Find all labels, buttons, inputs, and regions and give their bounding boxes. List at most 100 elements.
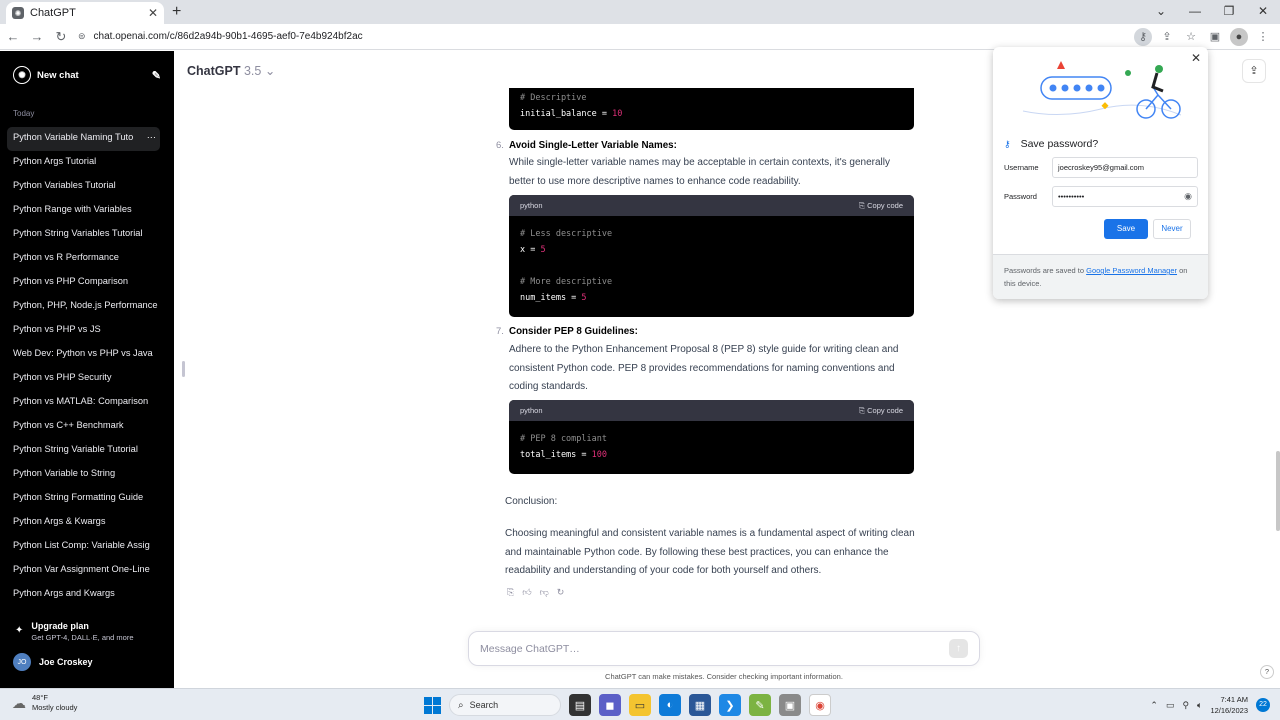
- scrollbar[interactable]: [1276, 451, 1280, 531]
- chat-item[interactable]: Python vs MATLAB: Comparison: [7, 391, 160, 415]
- notification-badge[interactable]: 22: [1256, 698, 1270, 712]
- back-button[interactable]: ←: [2, 29, 24, 44]
- regenerate-icon[interactable]: ↻: [557, 587, 565, 598]
- password-manager-link[interactable]: Google Password Manager: [1086, 266, 1177, 275]
- volume-icon[interactable]: 🔈︎: [1197, 700, 1202, 711]
- chatgpt-favicon-icon: ✺: [12, 7, 24, 19]
- chat-item-active[interactable]: Python Variable Naming Tuto ···: [7, 127, 160, 151]
- code-variable: num_items: [520, 293, 567, 303]
- browser-menu-icon[interactable]: ⋮: [1254, 28, 1272, 46]
- weather-widget[interactable]: ☁ 48°F Mostly cloudy: [12, 693, 77, 713]
- chat-item-label: Python, PHP, Node.js Performance: [13, 300, 158, 310]
- new-tab-button[interactable]: +: [172, 3, 181, 21]
- chat-item[interactable]: Python vs C++ Benchmark: [7, 415, 160, 439]
- browser-tab[interactable]: ✺ ChatGPT ✕: [6, 2, 164, 24]
- share-chat-button[interactable]: ⇪: [1242, 59, 1266, 83]
- close-icon[interactable]: ✕: [1191, 51, 1201, 65]
- task-view-icon[interactable]: ▤: [569, 694, 591, 716]
- openai-logo-icon: ✺: [13, 66, 31, 84]
- search-icon: ⌕: [458, 699, 464, 711]
- tab-search-icon[interactable]: ⌄: [1144, 0, 1178, 24]
- password-key-icon[interactable]: ⚷: [1134, 28, 1152, 46]
- message-input[interactable]: Message ChatGPT… ↑: [468, 631, 980, 666]
- maximize-button[interactable]: ❐: [1212, 0, 1246, 24]
- minimize-button[interactable]: —: [1178, 0, 1212, 24]
- chat-item[interactable]: Python Var Assignment One-Line: [7, 559, 160, 583]
- sidebar-toggle-handle[interactable]: [182, 361, 185, 377]
- chat-item[interactable]: Python, PHP, Node.js Performance: [7, 295, 160, 319]
- taskbar-search[interactable]: ⌕ Search: [449, 694, 561, 716]
- chat-item[interactable]: Python Args Tutorial: [7, 151, 160, 175]
- close-window-button[interactable]: ✕: [1246, 0, 1280, 24]
- conclusion-label: Conclusion:: [505, 496, 558, 507]
- chat-item[interactable]: Python String Formatting Guide: [7, 487, 160, 511]
- never-button[interactable]: Never: [1153, 219, 1191, 239]
- chat-item[interactable]: Python vs PHP vs JS: [7, 319, 160, 343]
- chat-item[interactable]: Python List Comp: Variable Assig: [7, 535, 160, 559]
- paragraph: While single-letter variable names may b…: [509, 157, 890, 187]
- chat-item-label: Python List Comp: Variable Assig: [13, 540, 150, 550]
- new-chat-button[interactable]: ✺ New chat ✎: [13, 65, 161, 85]
- chat-item[interactable]: Web Dev: Python vs PHP vs Java: [7, 343, 160, 367]
- chevron-up-icon[interactable]: ⌃: [1150, 700, 1158, 711]
- clock[interactable]: 7:41 AM 12/16/2023: [1210, 694, 1248, 716]
- temperature: 48°F: [32, 693, 48, 702]
- side-panel-icon[interactable]: ▣: [1206, 28, 1224, 46]
- thumbs-down-icon[interactable]: 👎︎: [540, 587, 549, 598]
- chat-item[interactable]: Python Variable to String: [7, 463, 160, 487]
- chat-item[interactable]: Python Variables Tutorial: [7, 175, 160, 199]
- chevron-down-icon: ⌄: [264, 64, 276, 78]
- app-icon[interactable]: ▣: [779, 694, 801, 716]
- copy-code-button[interactable]: ⎘ Copy code: [859, 201, 903, 211]
- site-info-icon[interactable]: ⊜: [78, 31, 86, 42]
- notepad-icon[interactable]: ✎: [749, 694, 771, 716]
- url-field[interactable]: ⊜ chat.openai.com/c/86d2a94b-90b1-4695-a…: [78, 31, 363, 42]
- user-menu-button[interactable]: JO Joe Croskey: [13, 653, 93, 671]
- bookmark-star-icon[interactable]: ☆: [1182, 28, 1200, 46]
- copy-icon[interactable]: ⎘: [507, 587, 514, 598]
- profile-icon[interactable]: ●: [1230, 28, 1248, 46]
- vscode-icon[interactable]: ❯: [719, 694, 741, 716]
- display-icon[interactable]: ▭: [1166, 700, 1175, 711]
- save-button[interactable]: Save: [1104, 219, 1148, 239]
- close-tab-icon[interactable]: ✕: [148, 6, 158, 20]
- chat-app-icon[interactable]: ◼: [599, 694, 621, 716]
- more-options-icon[interactable]: ···: [147, 127, 156, 147]
- copy-code-button[interactable]: ⎘ Copy code: [859, 406, 903, 416]
- upgrade-title: Upgrade plan: [31, 621, 89, 631]
- model-selector[interactable]: ChatGPT 3.5 ⌄: [187, 63, 275, 78]
- chat-item[interactable]: Python String Variables Tutorial: [7, 223, 160, 247]
- username-field[interactable]: joecroskey95@gmail.com: [1052, 157, 1198, 178]
- help-button[interactable]: ?: [1260, 665, 1274, 679]
- store-icon[interactable]: ▦: [689, 694, 711, 716]
- start-button[interactable]: [424, 696, 441, 714]
- code-block: python ⎘ Copy code # Less descriptive x …: [509, 195, 914, 317]
- chat-item[interactable]: Python vs PHP Comparison: [7, 271, 160, 295]
- chat-item[interactable]: Python vs R Performance: [7, 247, 160, 271]
- eye-icon[interactable]: ◉: [1184, 191, 1192, 202]
- key-icon: ⚷: [1004, 138, 1011, 149]
- password-field[interactable]: •••••••••• ◉: [1052, 186, 1198, 207]
- code-number: 10: [612, 109, 623, 119]
- username-label: Username: [1004, 163, 1039, 172]
- edge-browser-icon[interactable]: ◐: [659, 694, 681, 716]
- reload-button[interactable]: ↻: [50, 29, 72, 45]
- chrome-icon[interactable]: ◉: [809, 694, 831, 716]
- network-icon[interactable]: ⚲: [1182, 700, 1189, 711]
- upgrade-plan-button[interactable]: ✦ Upgrade plan Get GPT-4, DALL·E, and mo…: [15, 621, 134, 642]
- chat-item[interactable]: Python Args & Kwargs: [7, 511, 160, 535]
- send-button[interactable]: ↑: [949, 639, 968, 658]
- chat-item[interactable]: Python vs PHP Security: [7, 367, 160, 391]
- chat-item[interactable]: Python Args and Kwargs: [7, 583, 160, 607]
- code-number: 5: [540, 245, 546, 255]
- chat-item[interactable]: Python String Variable Tutorial: [7, 439, 160, 463]
- share-page-icon[interactable]: ⇪: [1158, 28, 1176, 46]
- forward-button[interactable]: →: [26, 29, 48, 44]
- paragraph: Adhere to the Python Enhancement Proposa…: [509, 344, 899, 392]
- edit-icon[interactable]: ✎: [152, 69, 161, 82]
- chat-item[interactable]: Python Range with Variables: [7, 199, 160, 223]
- file-explorer-icon[interactable]: ▭: [629, 694, 651, 716]
- thumbs-up-icon[interactable]: 👍︎: [522, 587, 531, 598]
- chat-item-label: Python Args Tutorial: [13, 156, 97, 166]
- code-content: # Descriptive initial_balance = 10: [509, 88, 914, 130]
